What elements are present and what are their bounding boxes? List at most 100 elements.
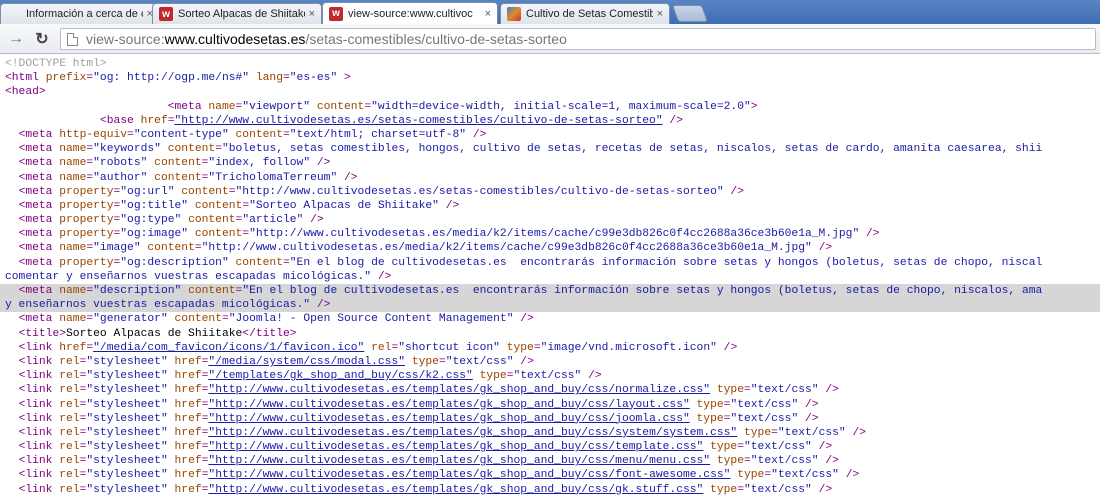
source-line: comentar y enseñarnos vuestras escapadas… (0, 270, 1100, 284)
source-token: content (316, 100, 365, 113)
source-token: /> (811, 483, 833, 496)
back-arrow-icon[interactable]: → (6, 29, 26, 49)
source-token: <base (99, 114, 141, 127)
source-token (168, 441, 175, 453)
source-token (5, 413, 19, 425)
source-token: type (696, 398, 724, 411)
source-token: "stylesheet" (86, 398, 168, 411)
source-token: type (710, 483, 738, 496)
source-token: href (174, 412, 202, 425)
source-token: content (235, 128, 283, 141)
source-token: name (208, 100, 236, 113)
blank-page-icon (7, 7, 21, 21)
source-token: </title> (242, 327, 297, 340)
source-token: <link (18, 483, 60, 496)
tab-1[interactable]: w Sorteo Alpacas de Shiitake × (152, 3, 322, 24)
source-token: "text/css" (750, 455, 819, 468)
source-token (168, 455, 175, 467)
close-icon[interactable]: × (657, 8, 663, 20)
source-line: <title>Sorteo Alpacas de Shiitake</title… (0, 327, 1100, 341)
new-tab-button[interactable] (671, 5, 709, 22)
source-token: rel (371, 341, 392, 354)
source-token: /> (723, 185, 744, 198)
source-token (5, 200, 19, 212)
source-token: "og: http://ogp.me/ns#" (93, 72, 250, 85)
source-link[interactable]: "http://www.cultivodesetas.es/templates/… (208, 413, 689, 425)
source-token: "og:image" (120, 228, 189, 241)
source-line: <!DOCTYPE html> (0, 57, 1100, 71)
reload-icon[interactable]: ↻ (32, 29, 52, 49)
source-token: <title> (18, 327, 67, 340)
source-link[interactable]: "http://www.cultivodesetas.es/templates/… (208, 441, 703, 453)
source-link[interactable]: "http://www.cultivodesetas.es/templates/… (208, 384, 710, 396)
source-token: <meta (18, 128, 60, 141)
source-line: <link rel="stylesheet" href="http://www.… (0, 454, 1100, 468)
source-token: href (174, 370, 202, 383)
source-token: "http://www.cultivodesetas.es/media/k2/i… (201, 242, 812, 255)
source-token: = (737, 483, 744, 496)
close-icon[interactable]: × (309, 8, 315, 20)
source-token (168, 469, 175, 481)
source-link[interactable]: "/media/com_favicon/icons/1/favicon.ico" (93, 342, 364, 354)
source-token: "width=device-width, initial-scale=1, ma… (371, 100, 751, 113)
source-link[interactable]: "http://www.cultivodesetas.es/templates/… (208, 455, 710, 467)
tab-0[interactable]: Información a cerca de co × (0, 3, 160, 24)
source-line: <head> (0, 85, 1100, 99)
source-token: "stylesheet" (86, 412, 168, 425)
address-path: /setas-comestibles/cultivo-de-setas-sort… (305, 31, 567, 47)
source-token (500, 342, 507, 354)
source-token: /> (798, 412, 819, 425)
source-token: rel (59, 398, 80, 411)
source-token: <!DOCTYPE html> (5, 58, 107, 70)
source-token: /> (798, 398, 819, 411)
source-token: "es-es" (289, 72, 338, 85)
source-token (5, 257, 19, 269)
source-token: content (154, 157, 202, 170)
source-link[interactable]: "/templates/gk_shop_and_buy/css/k2.css" (208, 370, 472, 382)
source-token: type (696, 412, 724, 425)
source-token: "http://www.cultivodesetas.es/media/k2/i… (249, 228, 860, 241)
source-token: /> (438, 199, 460, 212)
source-token: "description" (93, 285, 182, 297)
tab-2-active[interactable]: w view-source:www.cultivoc × (322, 2, 498, 24)
source-link[interactable]: "http://www.cultivodesetas.es/templates/… (208, 399, 689, 411)
source-token (690, 413, 697, 425)
source-link[interactable]: "http://www.cultivodesetas.es/setas-come… (175, 115, 663, 127)
source-token: <link (18, 384, 60, 397)
source-token (168, 427, 175, 439)
source-token: "stylesheet" (86, 441, 168, 454)
tab-strip: Información a cerca de co × w Sorteo Alp… (0, 0, 1100, 24)
source-token (5, 143, 19, 155)
source-token (690, 399, 697, 411)
tab-3[interactable]: Cultivo de Setas Comestib × (500, 3, 670, 24)
close-icon[interactable]: × (485, 8, 491, 20)
source-token: <link (18, 469, 60, 482)
source-token: <meta (18, 228, 60, 241)
source-token: property (59, 256, 114, 269)
source-link[interactable]: "http://www.cultivodesetas.es/templates/… (208, 484, 703, 496)
source-token: "author" (93, 171, 148, 184)
source-token (5, 115, 100, 127)
source-token: "shortcut icon" (398, 341, 500, 354)
source-token: <meta (18, 185, 60, 198)
source-token: <head> (5, 86, 46, 99)
source-token: "text/css" (744, 441, 812, 454)
source-token: "stylesheet" (86, 455, 168, 468)
source-token: "stylesheet" (86, 469, 168, 482)
source-token (5, 427, 19, 439)
source-token: rel (59, 483, 80, 496)
source-token (168, 384, 175, 396)
source-link[interactable]: "http://www.cultivodesetas.es/templates/… (208, 427, 737, 439)
source-token (168, 313, 175, 325)
address-bar[interactable]: view-source: www.cultivodesetas.es/setas-… (60, 28, 1096, 50)
source-token: /> (466, 128, 487, 141)
source-token: /> (337, 171, 358, 184)
source-token: "stylesheet" (86, 384, 168, 397)
source-link[interactable]: "http://www.cultivodesetas.es/templates/… (208, 469, 730, 481)
source-token: = (282, 256, 290, 269)
source-token: prefix (45, 72, 87, 85)
page-icon (67, 32, 78, 46)
source-link[interactable]: "/media/system/css/modal.css" (208, 356, 405, 368)
source-token: = (283, 72, 290, 85)
source-token: > (750, 100, 758, 113)
